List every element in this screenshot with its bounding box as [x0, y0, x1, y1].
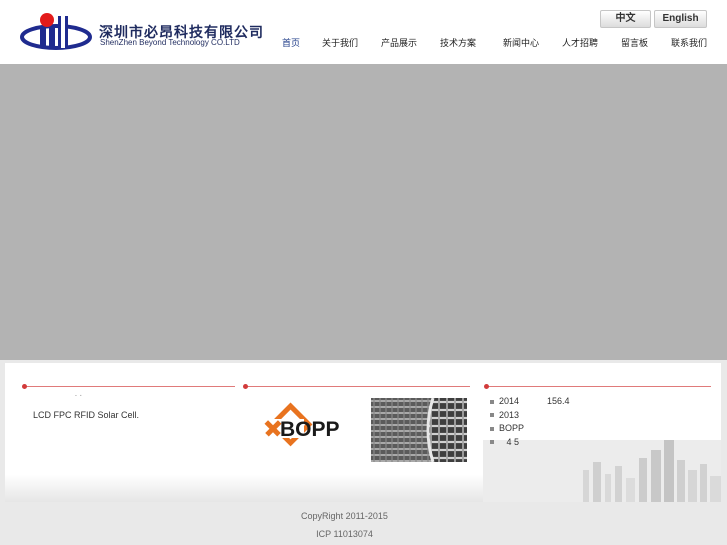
nav-item-home[interactable]: 首页 — [282, 36, 300, 49]
bullet-icon — [490, 440, 494, 445]
city-skyline-image — [483, 440, 721, 502]
bopp-logo-text: BOPP — [280, 418, 340, 441]
bullet-icon — [490, 399, 494, 404]
products-divider — [243, 384, 470, 389]
nav-item-guestbook[interactable]: 留言板 — [621, 36, 648, 49]
about-divider — [22, 384, 235, 389]
brand-name-en: ShenZhen Beyond Technology CO.LTD — [100, 38, 240, 47]
nav-item-products[interactable]: 产品展示 — [381, 36, 417, 49]
news-item[interactable]: 4 5 — [490, 436, 570, 450]
about-text: LCD FPC RFID Solar Cell. — [33, 410, 140, 420]
nav-item-about[interactable]: 关于我们 — [322, 36, 358, 49]
language-chinese-button[interactable]: 中文 — [600, 10, 651, 28]
news-list: 2014 156.4 2013 BOPP 4 5 — [490, 395, 570, 449]
footer-copyright: CopyRight 2011-2015 — [301, 511, 388, 521]
nav-item-contact[interactable]: 联系我们 — [671, 36, 707, 49]
language-english-button[interactable]: English — [654, 10, 707, 28]
nav-item-solutions[interactable]: 技术方案 — [440, 36, 476, 49]
news-divider — [484, 384, 711, 389]
company-logo[interactable] — [20, 12, 92, 52]
bullet-icon — [490, 413, 494, 418]
hero-banner — [0, 64, 727, 360]
wire-mesh-product-image[interactable] — [371, 398, 467, 462]
nav-item-careers[interactable]: 人才招聘 — [562, 36, 598, 49]
nav-item-news[interactable]: 新闻中心 — [503, 36, 539, 49]
footer-icp[interactable]: ICP 11013074 — [0, 529, 708, 539]
about-title-marks: ˙ ˙ — [75, 394, 83, 403]
bullet-icon — [490, 426, 494, 431]
news-item[interactable]: 2014 156.4 — [490, 395, 570, 409]
content-panel: ˙ ˙ LCD FPC RFID Solar Cell. BOPP 2014 1… — [5, 363, 721, 502]
news-item[interactable]: 2013 — [490, 409, 570, 423]
site-header: 深圳市必昂科技有限公司 ShenZhen Beyond Technology C… — [0, 0, 727, 64]
bopp-logo-image[interactable]: BOPP — [262, 400, 340, 457]
news-item[interactable]: BOPP — [490, 422, 570, 436]
